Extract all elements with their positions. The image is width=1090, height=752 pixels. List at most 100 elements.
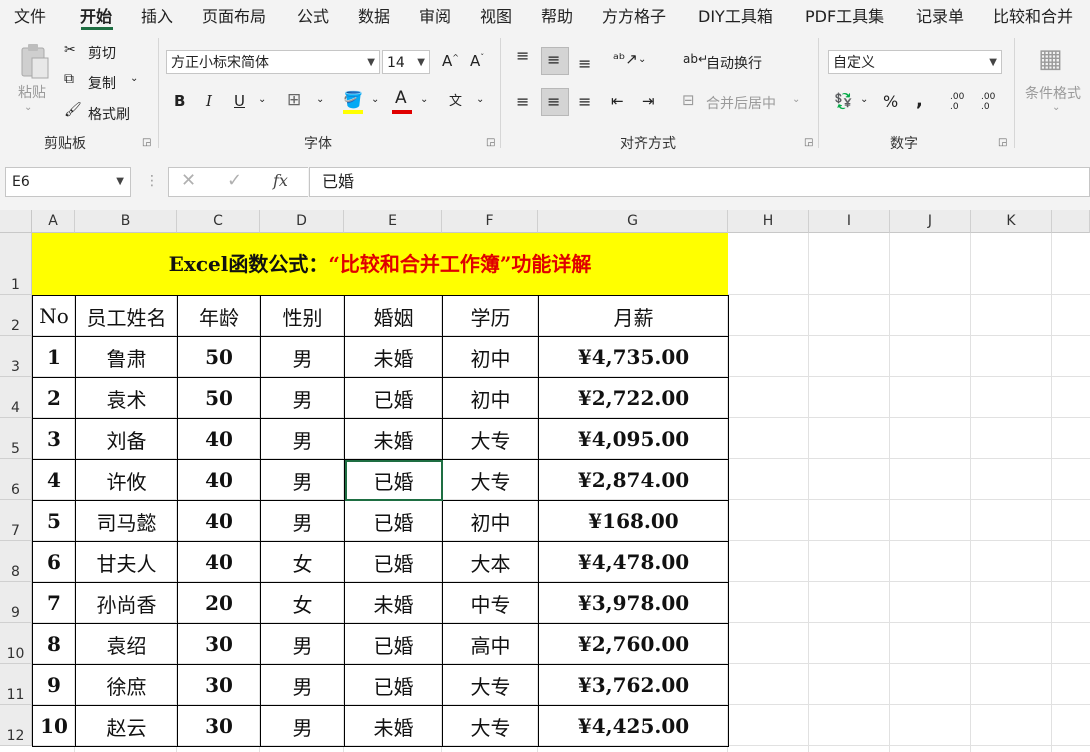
chevron-down-icon[interactable]: ⌄ xyxy=(24,102,32,113)
menu-insert[interactable]: 插入 xyxy=(141,3,173,27)
align-top-icon[interactable]: ≡ xyxy=(516,46,529,65)
menu-diy-toolbox[interactable]: DIY工具箱 xyxy=(698,3,773,27)
cell-c7[interactable]: 40 xyxy=(177,500,261,542)
column-header-h[interactable]: H xyxy=(728,210,809,233)
cell-e3[interactable]: 未婚 xyxy=(344,336,443,378)
chevron-down-icon[interactable]: ⌄ xyxy=(792,94,800,105)
align-bottom-icon[interactable]: ≡ xyxy=(578,54,591,73)
dialog-launcher-icon[interactable]: ◲ xyxy=(486,137,495,148)
paste-button[interactable]: 粘贴 xyxy=(18,82,46,102)
column-header-b[interactable]: B xyxy=(75,210,177,233)
cell-d6[interactable]: 男 xyxy=(260,459,345,501)
cell-e4[interactable]: 已婚 xyxy=(344,377,443,419)
menu-view[interactable]: 视图 xyxy=(480,3,512,27)
cell-f8[interactable]: 大本 xyxy=(442,541,539,583)
menu-home[interactable]: 开始 xyxy=(80,3,112,27)
column-header-g[interactable]: G xyxy=(538,210,728,233)
cell-a10[interactable]: 8 xyxy=(32,623,76,665)
decrease-decimal-icon[interactable]: .00.0 xyxy=(981,92,995,112)
cell-e8[interactable]: 已婚 xyxy=(344,541,443,583)
merge-center-button[interactable]: 合并后居中 xyxy=(706,93,776,113)
column-header-j[interactable]: J xyxy=(890,210,971,233)
column-header-a[interactable]: A xyxy=(32,210,75,233)
cell-c11[interactable]: 30 xyxy=(177,664,261,706)
bold-icon[interactable]: B xyxy=(174,92,185,110)
column-title-cell[interactable]: 性别 xyxy=(260,295,345,337)
conditional-format-button[interactable]: 条件格式 xyxy=(1025,83,1081,103)
cell-f11[interactable]: 大专 xyxy=(442,664,539,706)
column-header-partial[interactable] xyxy=(1052,210,1090,233)
chevron-down-icon[interactable]: ⌄ xyxy=(258,94,266,105)
chevron-down-icon[interactable]: ⌄ xyxy=(371,94,379,105)
italic-icon[interactable]: I xyxy=(206,92,212,110)
column-header-f[interactable]: F xyxy=(442,210,538,233)
formula-input[interactable]: 已婚 xyxy=(309,167,1090,197)
menu-file[interactable]: 文件 xyxy=(14,3,46,27)
cell-c10[interactable]: 30 xyxy=(177,623,261,665)
cell-d5[interactable]: 男 xyxy=(260,418,345,460)
cell-g12[interactable]: ¥4,425.00 xyxy=(538,705,729,747)
cut-button[interactable]: 剪切 xyxy=(88,43,116,63)
sheet-title-cell[interactable]: Excel函数公式：“比较和合并工作簿”功能详解 xyxy=(32,233,728,295)
cell-d7[interactable]: 男 xyxy=(260,500,345,542)
row-header-8[interactable]: 8 xyxy=(0,541,32,582)
cell-a5[interactable]: 3 xyxy=(32,418,76,460)
menu-ffcell[interactable]: 方方格子 xyxy=(602,3,666,27)
cell-b3[interactable]: 鲁肃 xyxy=(75,336,178,378)
row-header-1[interactable]: 1 xyxy=(0,233,32,295)
cell-f12[interactable]: 大专 xyxy=(442,705,539,747)
chevron-down-icon[interactable]: ⌄ xyxy=(860,94,868,105)
menu-review[interactable]: 审阅 xyxy=(419,3,451,27)
underline-icon[interactable]: U xyxy=(234,92,245,110)
confirm-icon[interactable]: ✓ xyxy=(227,170,242,191)
cell-b9[interactable]: 孙尚香 xyxy=(75,582,178,624)
cell-a11[interactable]: 9 xyxy=(32,664,76,706)
column-title-cell[interactable]: 婚姻 xyxy=(344,295,443,337)
chevron-down-icon[interactable]: ⌄ xyxy=(316,94,324,105)
menu-formulas[interactable]: 公式 xyxy=(297,3,329,27)
cell-e5[interactable]: 未婚 xyxy=(344,418,443,460)
cell-g11[interactable]: ¥3,762.00 xyxy=(538,664,729,706)
number-format-select[interactable]: 自定义 ▼ xyxy=(828,50,1002,74)
cell-f7[interactable]: 初中 xyxy=(442,500,539,542)
chevron-down-icon[interactable]: ⌄ xyxy=(638,54,646,65)
wrap-text-button[interactable]: 自动换行 xyxy=(706,53,762,73)
cell-e9[interactable]: 未婚 xyxy=(344,582,443,624)
cell-b4[interactable]: 袁术 xyxy=(75,377,178,419)
cell-b6[interactable]: 许攸 xyxy=(75,459,178,501)
cell-e12[interactable]: 未婚 xyxy=(344,705,443,747)
cell-a6[interactable]: 4 xyxy=(32,459,76,501)
cell-e10[interactable]: 已婚 xyxy=(344,623,443,665)
cell-a8[interactable]: 6 xyxy=(32,541,76,583)
percent-icon[interactable]: % xyxy=(883,92,898,111)
comma-icon[interactable]: , xyxy=(916,90,923,111)
cell-g10[interactable]: ¥2,760.00 xyxy=(538,623,729,665)
column-title-cell[interactable]: 年龄 xyxy=(177,295,261,337)
cell-a12[interactable]: 10 xyxy=(32,705,76,747)
increase-font-icon[interactable]: A^ xyxy=(442,52,459,70)
chevron-down-icon[interactable]: ⌄ xyxy=(476,94,484,105)
cell-d12[interactable]: 男 xyxy=(260,705,345,747)
cell-e6[interactable]: 已婚 xyxy=(344,459,443,501)
cell-c9[interactable]: 20 xyxy=(177,582,261,624)
row-header-7[interactable]: 7 xyxy=(0,500,32,541)
row-header-6[interactable]: 6 xyxy=(0,459,32,500)
row-header-10[interactable]: 10 xyxy=(0,623,32,664)
column-header-k[interactable]: K xyxy=(971,210,1052,233)
insert-function-icon[interactable]: fx xyxy=(273,171,288,190)
font-size-select[interactable]: 14 ▼ xyxy=(382,50,430,74)
format-painter-button[interactable]: 格式刷 xyxy=(88,104,130,124)
font-name-select[interactable]: 方正小标宋简体 ▼ xyxy=(166,50,380,74)
cell-d8[interactable]: 女 xyxy=(260,541,345,583)
cell-g6[interactable]: ¥2,874.00 xyxy=(538,459,729,501)
column-header-d[interactable]: D xyxy=(260,210,344,233)
align-middle-icon[interactable]: ≡ xyxy=(547,50,560,69)
row-header-2[interactable]: 2 xyxy=(0,295,32,336)
chevron-down-icon[interactable]: ▼ xyxy=(116,168,124,196)
copy-button[interactable]: 复制 xyxy=(88,73,116,93)
cell-b7[interactable]: 司马懿 xyxy=(75,500,178,542)
decrease-font-icon[interactable]: Aˇ xyxy=(470,52,484,70)
align-right-icon[interactable]: ≡ xyxy=(578,92,591,111)
font-color-icon[interactable]: A xyxy=(395,88,407,108)
chevron-down-icon[interactable]: ⌄ xyxy=(130,73,138,84)
